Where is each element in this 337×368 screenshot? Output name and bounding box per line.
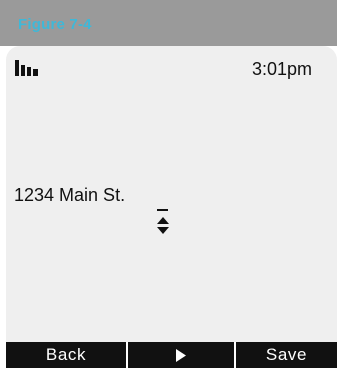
play-right-icon <box>176 348 186 362</box>
figure-banner: Figure 7-4 <box>0 0 337 46</box>
back-softkey[interactable]: Back <box>6 342 126 368</box>
status-time: 3:01pm <box>252 59 313 79</box>
figure-label: Figure 7-4 <box>18 16 92 33</box>
device-screen: 3:01pm 1234 Main St. Back Save <box>6 46 337 368</box>
signal-strength-icon <box>15 60 38 76</box>
up-down-arrows-icon[interactable] <box>157 217 169 235</box>
save-softkey[interactable]: Save <box>236 342 337 368</box>
softkey-bar: Back Save <box>6 342 337 368</box>
address-text-field[interactable]: 1234 Main St. <box>14 185 125 206</box>
center-softkey[interactable] <box>126 342 236 368</box>
text-cursor <box>157 209 168 211</box>
